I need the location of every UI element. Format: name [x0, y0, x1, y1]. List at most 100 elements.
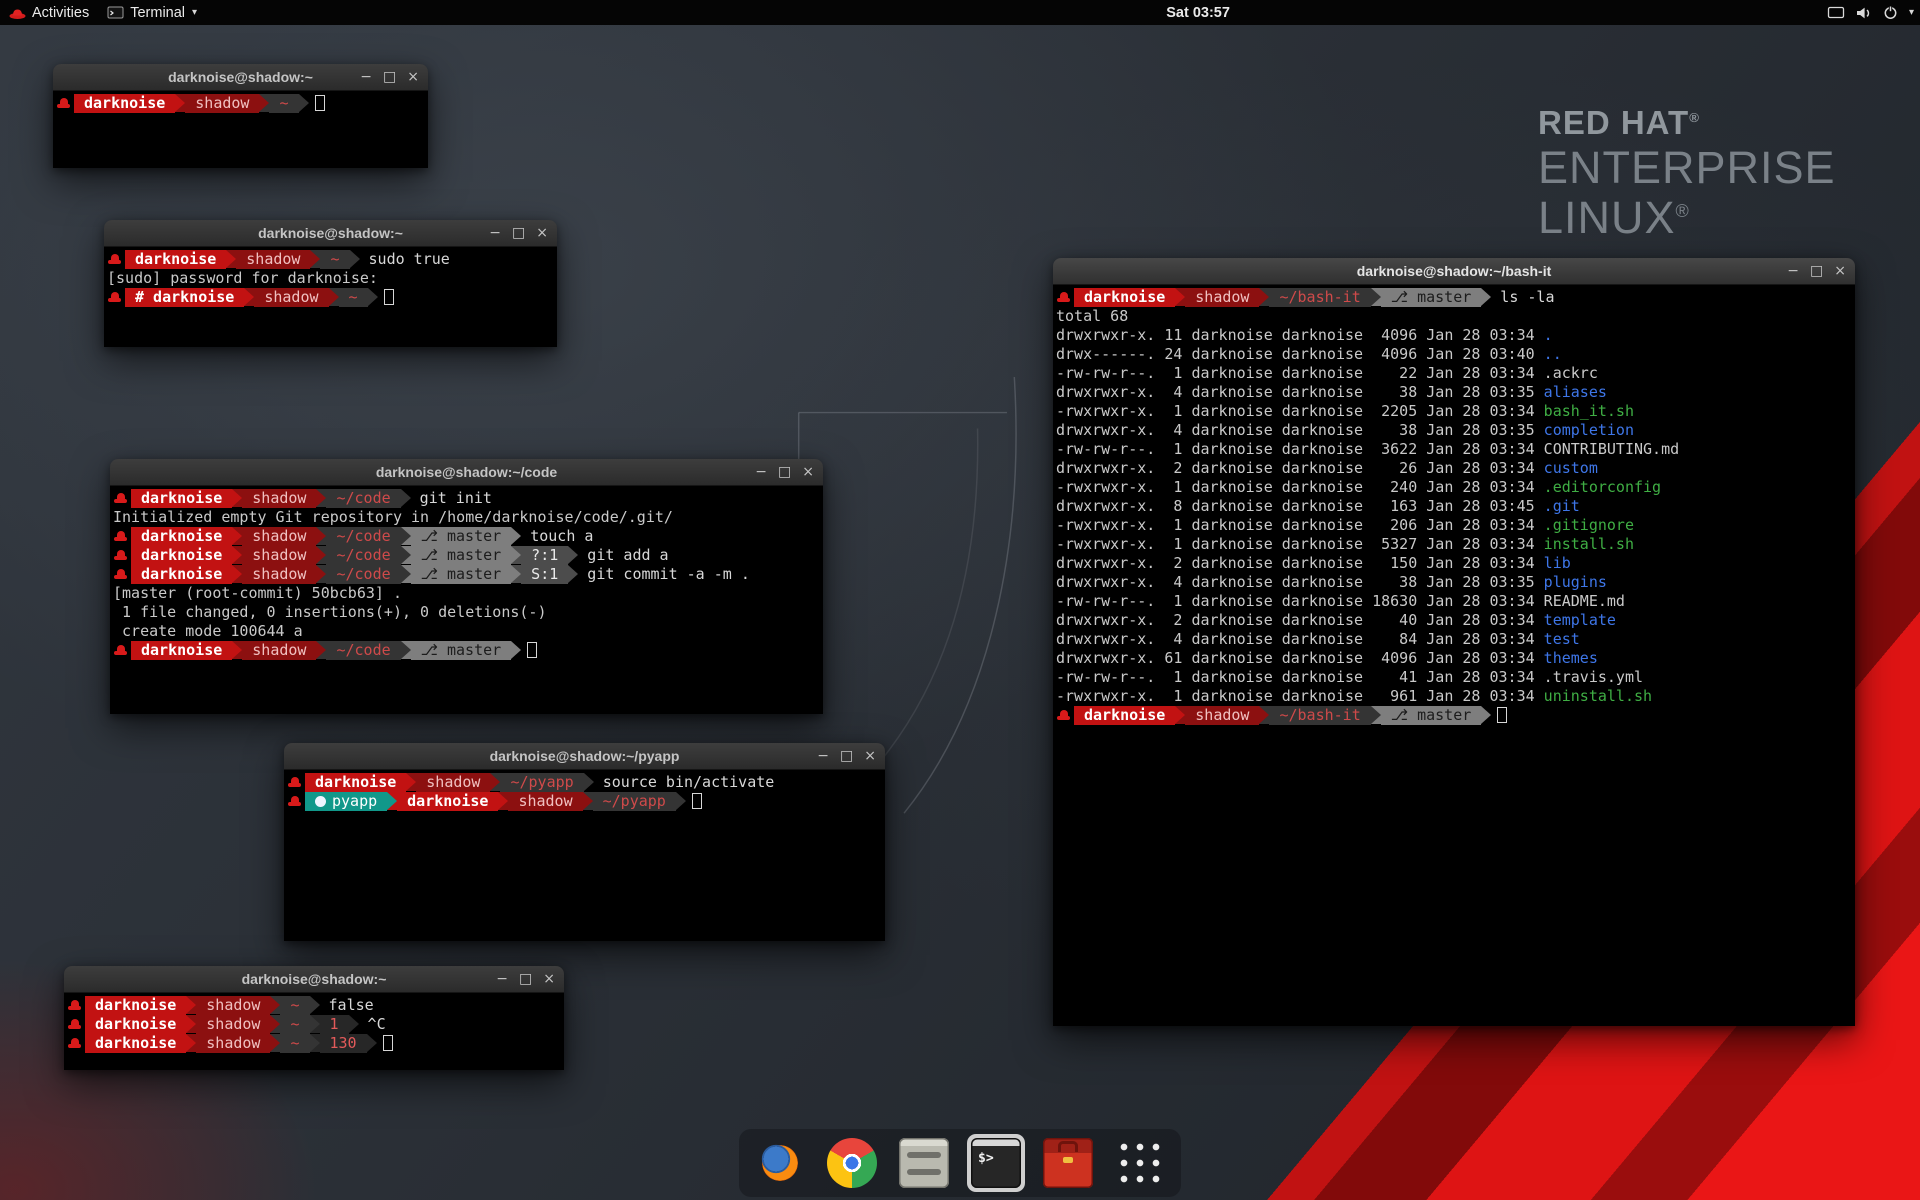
system-menu[interactable]: ▾: [1827, 0, 1914, 25]
caret-down-icon: ▾: [192, 7, 197, 18]
rhel-branding: RED HAT® ENTERPRISE LINUX®: [1538, 104, 1836, 242]
window-titlebar[interactable]: darknoise@shadow:~/bash-it−□×: [1053, 258, 1855, 285]
prompt-segment-user: darknoise: [131, 641, 232, 660]
dock-appgrid[interactable]: [1111, 1134, 1169, 1192]
firefox-icon: [755, 1138, 805, 1188]
minimize-button[interactable]: −: [1787, 258, 1799, 285]
maximize-button[interactable]: □: [1810, 258, 1823, 285]
app-menu[interactable]: Terminal ▾: [98, 0, 206, 25]
output-text: .: [1544, 326, 1553, 344]
terminal-content[interactable]: darknoiseshadow~/bash-it⎇ master ls -lat…: [1053, 285, 1855, 1026]
output-text: drwxrwxr-x. 2 darknoise darknoise 40 Jan…: [1056, 611, 1544, 629]
powerline-arrow-icon: [270, 1034, 280, 1052]
output-line: drwxrwxr-x. 4 darknoise darknoise 38 Jan…: [1056, 383, 1855, 402]
window-titlebar[interactable]: darknoise@shadow:~−□×: [104, 220, 557, 247]
command-text: git init: [411, 489, 492, 507]
redhat-prompt-icon: [113, 489, 128, 508]
maximize-button[interactable]: □: [778, 459, 791, 486]
dock-chrome[interactable]: [823, 1134, 881, 1192]
maximize-button[interactable]: □: [512, 220, 525, 247]
powerline-arrow-icon: [1175, 288, 1185, 306]
brand-enterprise: ENTERPRISE: [1538, 145, 1836, 192]
redhat-prompt-icon: [113, 546, 128, 565]
output-line: -rwxrwxr-x. 1 darknoise darknoise 5327 J…: [1056, 535, 1855, 554]
powerline-arrow-icon: [401, 546, 411, 564]
close-button[interactable]: ×: [543, 966, 555, 993]
window-title: darknoise@shadow:~/pyapp: [490, 748, 680, 764]
powerline-arrow-icon: [1371, 288, 1381, 306]
prompt-line: darknoiseshadow~/code⎇ master?:1 git add…: [113, 546, 823, 565]
clock[interactable]: Sat 03:57: [1166, 5, 1230, 21]
maximize-button[interactable]: □: [840, 743, 853, 770]
powerline-arrow-icon: [310, 996, 320, 1014]
close-button[interactable]: ×: [536, 220, 548, 247]
minimize-button[interactable]: −: [817, 743, 829, 770]
app-menu-label: Terminal: [130, 5, 185, 21]
prompt-segment-user: darknoise: [131, 489, 232, 508]
prompt-segment-host: shadow: [185, 94, 259, 113]
minimize-button[interactable]: −: [755, 459, 767, 486]
powerline-arrow-icon: [232, 546, 242, 564]
registered-mark: ®: [1689, 110, 1700, 125]
close-button[interactable]: ×: [407, 64, 419, 91]
window-titlebar[interactable]: darknoise@shadow:~/code −□ ×: [110, 459, 823, 486]
prompt-segment-user: darknoise: [1074, 706, 1175, 725]
close-button[interactable]: ×: [802, 459, 814, 486]
terminal-content[interactable]: darknoise shadow ~/code git initInitialize…: [110, 486, 823, 714]
powerline-arrow-icon: [259, 94, 269, 112]
terminal-cursor: [527, 642, 537, 658]
output-line: Initialized empty Git repository in /hom…: [113, 508, 823, 527]
output-text: .git: [1544, 497, 1580, 515]
maximize-button[interactable]: □: [519, 966, 532, 993]
powerline-arrow-icon: [186, 996, 196, 1014]
redhat-prompt-icon: [1056, 288, 1071, 307]
redhat-prompt-icon: [113, 641, 128, 660]
window-title: darknoise@shadow:~/code: [376, 464, 557, 480]
prompt-segment-host: shadow: [1185, 288, 1259, 307]
minimize-button[interactable]: −: [360, 64, 372, 91]
powerline-arrow-icon: [401, 641, 411, 659]
power-icon: [1883, 5, 1898, 20]
dock-terminal[interactable]: $>: [967, 1134, 1025, 1192]
dock-files[interactable]: [895, 1134, 953, 1192]
terminal-cursor: [692, 793, 702, 809]
maximize-button[interactable]: □: [383, 64, 396, 91]
prompt-segment-path: ~/code: [326, 641, 400, 660]
output-line: -rwxrwxr-x. 1 darknoise darknoise 961 Ja…: [1056, 687, 1855, 706]
powerline-arrow-icon: [583, 792, 593, 810]
output-line: -rwxrwxr-x. 1 darknoise darknoise 206 Ja…: [1056, 516, 1855, 535]
dock-firefox[interactable]: [751, 1134, 809, 1192]
window-titlebar[interactable]: darknoise@shadow:~−□×: [53, 64, 428, 91]
output-text: lib: [1544, 554, 1571, 572]
close-button[interactable]: ×: [864, 743, 876, 770]
window-titlebar[interactable]: darknoise@shadow:~−□×: [64, 966, 564, 993]
prompt-segment-path: ~: [280, 996, 309, 1015]
activities-button[interactable]: Activities: [0, 0, 98, 25]
prompt-segment-host: shadow: [236, 250, 310, 269]
output-text: drwxrwxr-x. 2 darknoise darknoise 150 Ja…: [1056, 554, 1544, 572]
terminal-content[interactable]: darknoiseshadow~/pyapp source bin/activa…: [284, 770, 885, 941]
dock-toolbox[interactable]: [1039, 1134, 1097, 1192]
output-text: 1 file changed, 0 insertions(+), 0 delet…: [113, 603, 546, 621]
terminal-content[interactable]: darknoiseshadow~ sudo true[sudo] passwor…: [104, 247, 557, 347]
appgrid-icon: [1116, 1139, 1164, 1187]
prompt-segment-user: # darknoise: [125, 288, 244, 307]
terminal-app-icon: [107, 6, 124, 19]
powerline-arrow-icon: [186, 1015, 196, 1033]
prompt-line: darknoiseshadow~130: [67, 1034, 564, 1053]
terminal-content[interactable]: darknoiseshadow~: [53, 91, 428, 168]
window-controls: −□ ×: [817, 743, 876, 770]
window-controls: −□ ×: [496, 966, 555, 993]
prompt-segment-user: darknoise: [305, 773, 406, 792]
output-text: drwxrwxr-x. 4 darknoise darknoise 38 Jan…: [1056, 421, 1544, 439]
prompt-segment-host: shadow: [242, 565, 316, 584]
prompt-segment-git: ⎇ master: [411, 527, 512, 546]
terminal-content[interactable]: darknoiseshadow~ falsedarknoiseshadow~1 …: [64, 993, 564, 1070]
minimize-button[interactable]: −: [489, 220, 501, 247]
powerline-arrow-icon: [270, 996, 280, 1014]
window-titlebar[interactable]: darknoise@shadow:~/pyapp −□ ×: [284, 743, 885, 770]
minimize-button[interactable]: −: [496, 966, 508, 993]
close-button[interactable]: ×: [1834, 258, 1846, 285]
output-text: CONTRIBUTING.md: [1544, 440, 1679, 458]
powerline-arrow-icon: [401, 489, 411, 507]
